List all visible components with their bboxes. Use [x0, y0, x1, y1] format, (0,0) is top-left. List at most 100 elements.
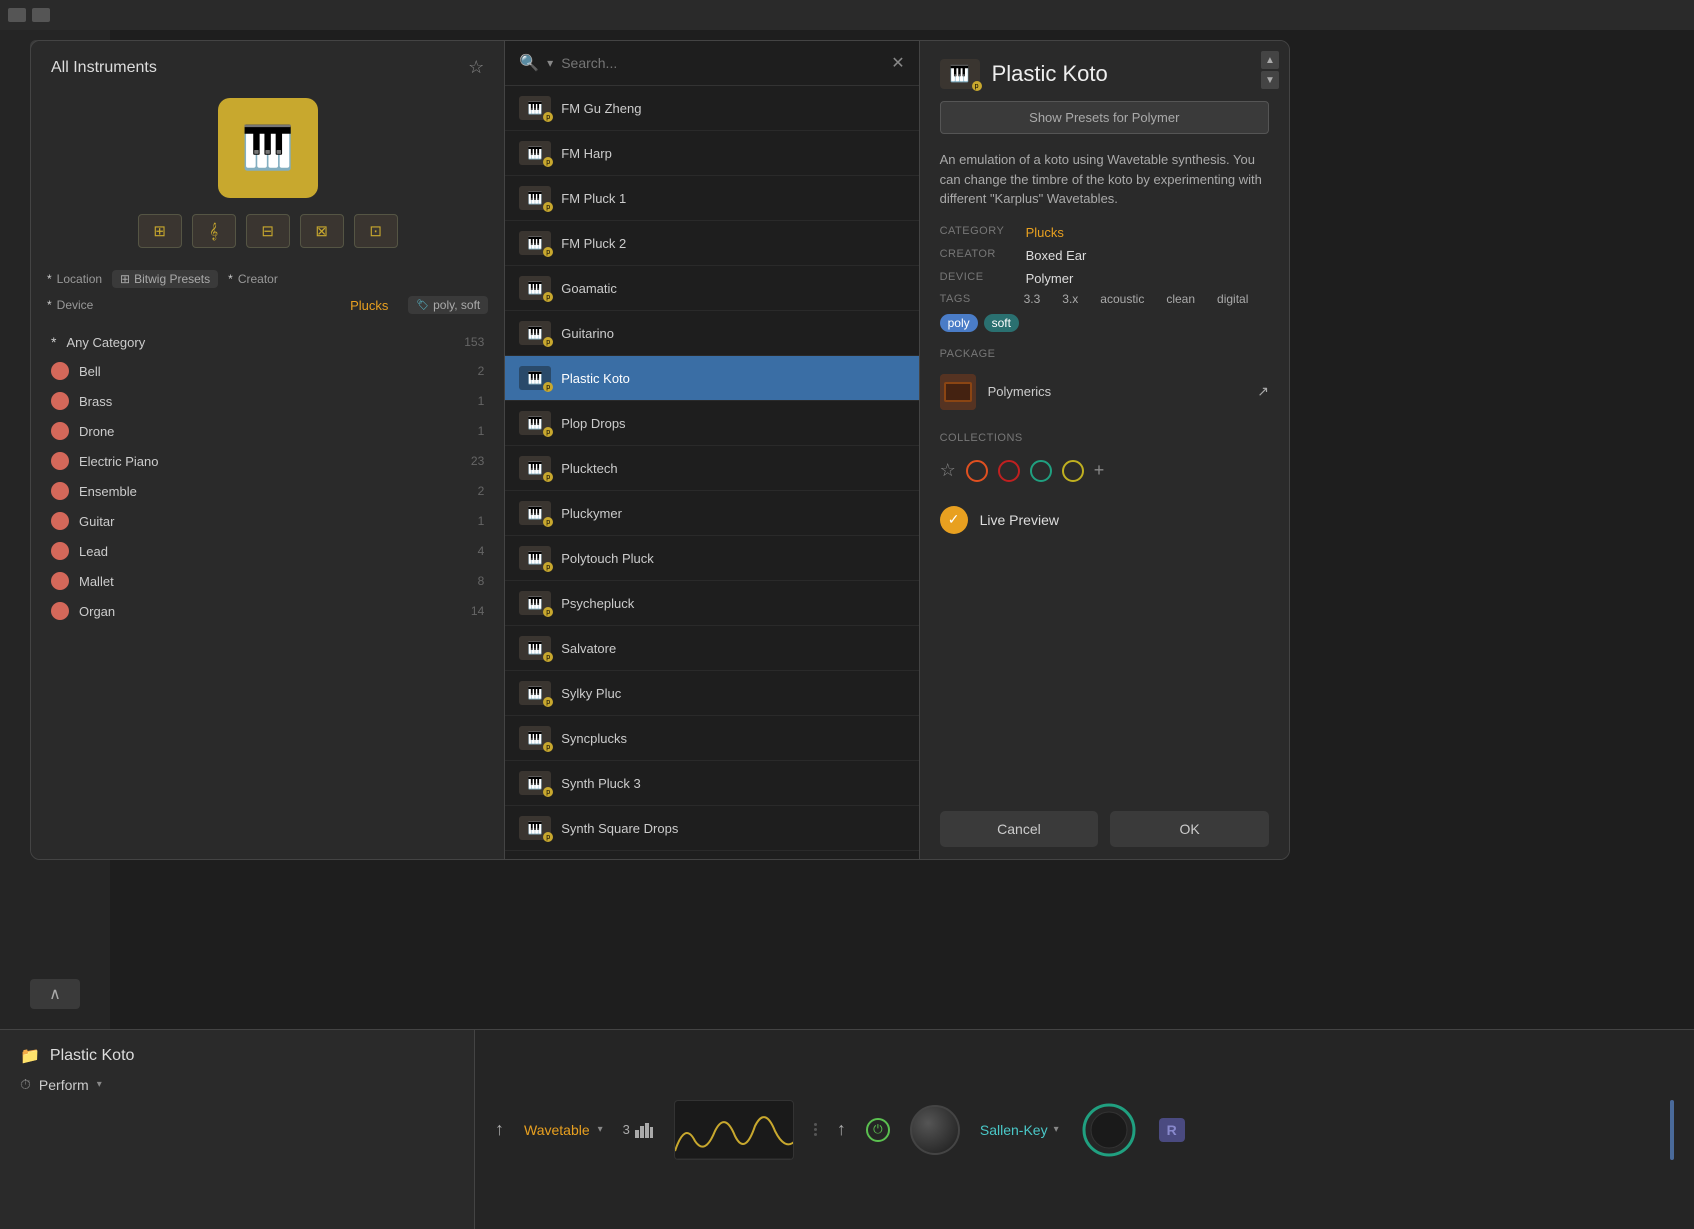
preset-sylky-pluc[interactable]: 🎹p Sylky Pluc — [505, 671, 918, 716]
category-value[interactable]: Plucks — [350, 298, 388, 313]
wavetable-dropdown-icon[interactable]: ▾ — [598, 1124, 603, 1135]
collection-circle-yellow[interactable] — [1062, 460, 1084, 482]
preset-plop-drops[interactable]: 🎹p Plop Drops — [505, 401, 918, 446]
location-filter-label: * Location — [47, 272, 102, 286]
level-indicator — [1670, 1100, 1674, 1160]
show-presets-button[interactable]: Show Presets for Polymer — [940, 101, 1269, 134]
collection-circle-red[interactable] — [998, 460, 1020, 482]
category-list: * Any Category 153 Bell 2 Brass 1 Drone … — [31, 322, 504, 859]
close-search-icon[interactable]: ✕ — [891, 53, 904, 73]
pitch-arrows[interactable]: ↑ — [837, 1119, 846, 1140]
search-input[interactable] — [561, 55, 883, 71]
bottom-right-panel: ↑ Wavetable ▾ 3 — [475, 1030, 1694, 1229]
category-brass[interactable]: Brass 1 — [31, 386, 504, 416]
category-any[interactable]: * Any Category 153 — [31, 328, 504, 356]
power-button[interactable]: ⏻ — [866, 1118, 890, 1142]
sallen-key-label: Sallen-Key — [980, 1122, 1048, 1138]
instrument-icon-area: 🎹 — [31, 90, 504, 214]
tag-soft[interactable]: soft — [984, 314, 1019, 332]
collection-circle-teal[interactable] — [1030, 460, 1052, 482]
perform-label: Perform — [39, 1077, 89, 1093]
preset-synth-square-drops[interactable]: 🎹p Synth Square Drops — [505, 806, 918, 851]
package-external-link-icon[interactable]: ↗ — [1257, 383, 1269, 400]
bitwig-presets-filter[interactable]: ⊞ Bitwig Presets — [112, 270, 218, 288]
preset-salvatore[interactable]: 🎹p Salvatore — [505, 626, 918, 671]
cancel-button[interactable]: Cancel — [940, 811, 1099, 847]
perform-dropdown-icon[interactable]: ▾ — [97, 1079, 102, 1090]
sallen-key-section: Sallen-Key ▾ — [980, 1122, 1059, 1138]
category-lead[interactable]: Lead 4 — [31, 536, 504, 566]
category-guitar[interactable]: Guitar 1 — [31, 506, 504, 536]
keyboard-filter-icon[interactable]: ⊟ — [246, 214, 290, 248]
clock-icon: ⏱ — [20, 1076, 31, 1093]
tag-poly[interactable]: poly — [940, 314, 978, 332]
tags-filter[interactable]: 🏷 poly, soft — [408, 296, 488, 314]
preset-plastic-koto[interactable]: 🎹p Plastic Koto — [505, 356, 918, 401]
scroll-down-button[interactable]: ▼ — [1261, 71, 1279, 89]
preset-pluckymer[interactable]: 🎹p Pluckymer — [505, 491, 918, 536]
organ-dot — [51, 602, 69, 620]
tag-3-3: 3.3 — [1016, 290, 1049, 308]
preset-icon: 🎹p — [519, 681, 551, 705]
other-filter-icon[interactable]: ⊡ — [354, 214, 398, 248]
detail-title: Plastic Koto — [992, 61, 1108, 87]
category-organ[interactable]: Organ 14 — [31, 596, 504, 626]
creator-filter-label: * Creator — [228, 272, 278, 286]
filter-knob[interactable] — [910, 1105, 960, 1155]
presets-panel: 🔍 ▾ ✕ 🎹p FM Gu Zheng 🎹p FM Harp 🎹p FM Pl… — [505, 41, 919, 859]
preset-synth-pluck-3[interactable]: 🎹p Synth Pluck 3 — [505, 761, 918, 806]
preset-fm-harp[interactable]: 🎹p FM Harp — [505, 131, 918, 176]
category-electric-piano[interactable]: Electric Piano 23 — [31, 446, 504, 476]
preset-fm-gu-zheng[interactable]: 🎹p FM Gu Zheng — [505, 86, 918, 131]
transport-icon[interactable]: ↑ — [495, 1119, 504, 1140]
instrument-browser-modal: All Instruments ☆ 🎹 ⊞ 𝄞 ⊟ ⊠ ⊡ * Location… — [30, 40, 1290, 860]
category-ensemble[interactable]: Ensemble 2 — [31, 476, 504, 506]
device-meta-key: DEVICE — [940, 271, 1010, 286]
preset-icon: 🎹p — [519, 186, 551, 210]
creator-label-text: Creator — [238, 272, 278, 286]
category-filter-row: * Device Plucks 🏷 poly, soft — [47, 296, 488, 314]
scroll-up-button[interactable]: ▲ — [1261, 51, 1279, 69]
folder-icon: 📁 — [20, 1046, 40, 1066]
menu-button-2[interactable] — [32, 8, 50, 22]
category-drone[interactable]: Drone 1 — [31, 416, 504, 446]
preset-guitarino[interactable]: 🎹p Guitarino — [505, 311, 918, 356]
ok-button[interactable]: OK — [1110, 811, 1269, 847]
grid-filter-icon[interactable]: ⊞ — [138, 214, 182, 248]
tag-3-x: 3.x — [1054, 290, 1086, 308]
preset-fm-pluck-2[interactable]: 🎹p FM Pluck 2 — [505, 221, 918, 266]
preset-icon: 🎹p — [519, 501, 551, 525]
action-buttons: Cancel OK — [920, 799, 1289, 859]
bars-indicator: 3 — [623, 1120, 654, 1140]
category-bell[interactable]: Bell 2 — [31, 356, 504, 386]
package-row: Polymerics ↗ — [920, 368, 1289, 416]
collection-circle-orange[interactable] — [966, 460, 988, 482]
favorite-star-icon[interactable]: ☆ — [468, 57, 484, 78]
bottom-preset-row: 📁 Plastic Koto — [20, 1046, 454, 1066]
preset-weird-pluck[interactable]: 🎹p Weird Pluck — [505, 851, 918, 859]
detail-panel: ▲ ▼ 🎹p Plastic Koto Show Presets for Pol… — [920, 41, 1289, 859]
category-mallet[interactable]: Mallet 8 — [31, 566, 504, 596]
preset-plucktech[interactable]: 🎹p Plucktech — [505, 446, 918, 491]
preset-syncplucks[interactable]: 🎹p Syncplucks — [505, 716, 918, 761]
drum-filter-icon[interactable]: ⊠ — [300, 214, 344, 248]
search-dropdown-icon[interactable]: ▾ — [547, 56, 553, 70]
detail-scroll-buttons: ▲ ▼ — [1261, 51, 1279, 89]
preset-fm-pluck-1[interactable]: 🎹p FM Pluck 1 — [505, 176, 918, 221]
bars-icon — [634, 1120, 654, 1140]
live-preview-check-icon[interactable]: ✓ — [940, 506, 968, 534]
collection-star-icon[interactable]: ☆ — [940, 460, 956, 481]
preset-goamatic[interactable]: 🎹p Goamatic — [505, 266, 918, 311]
collection-add-icon[interactable]: + — [1094, 460, 1105, 481]
package-section-label: PACKAGE — [920, 332, 1289, 368]
filter-icons: ⊞ 𝄞 ⊟ ⊠ ⊡ — [31, 214, 504, 262]
clef-filter-icon[interactable]: 𝄞 — [192, 214, 236, 248]
preset-psychepluck[interactable]: 🎹p Psychepluck — [505, 581, 918, 626]
location-label-text: Location — [57, 272, 102, 286]
collapse-button[interactable]: ∧ — [30, 979, 80, 1009]
menu-button[interactable] — [8, 8, 26, 22]
preset-icon: 🎹p — [519, 591, 551, 615]
sallen-key-dropdown-icon[interactable]: ▾ — [1054, 1124, 1059, 1135]
preset-polytouch-pluck[interactable]: 🎹p Polytouch Pluck — [505, 536, 918, 581]
preset-icon: 🎹p — [519, 816, 551, 840]
